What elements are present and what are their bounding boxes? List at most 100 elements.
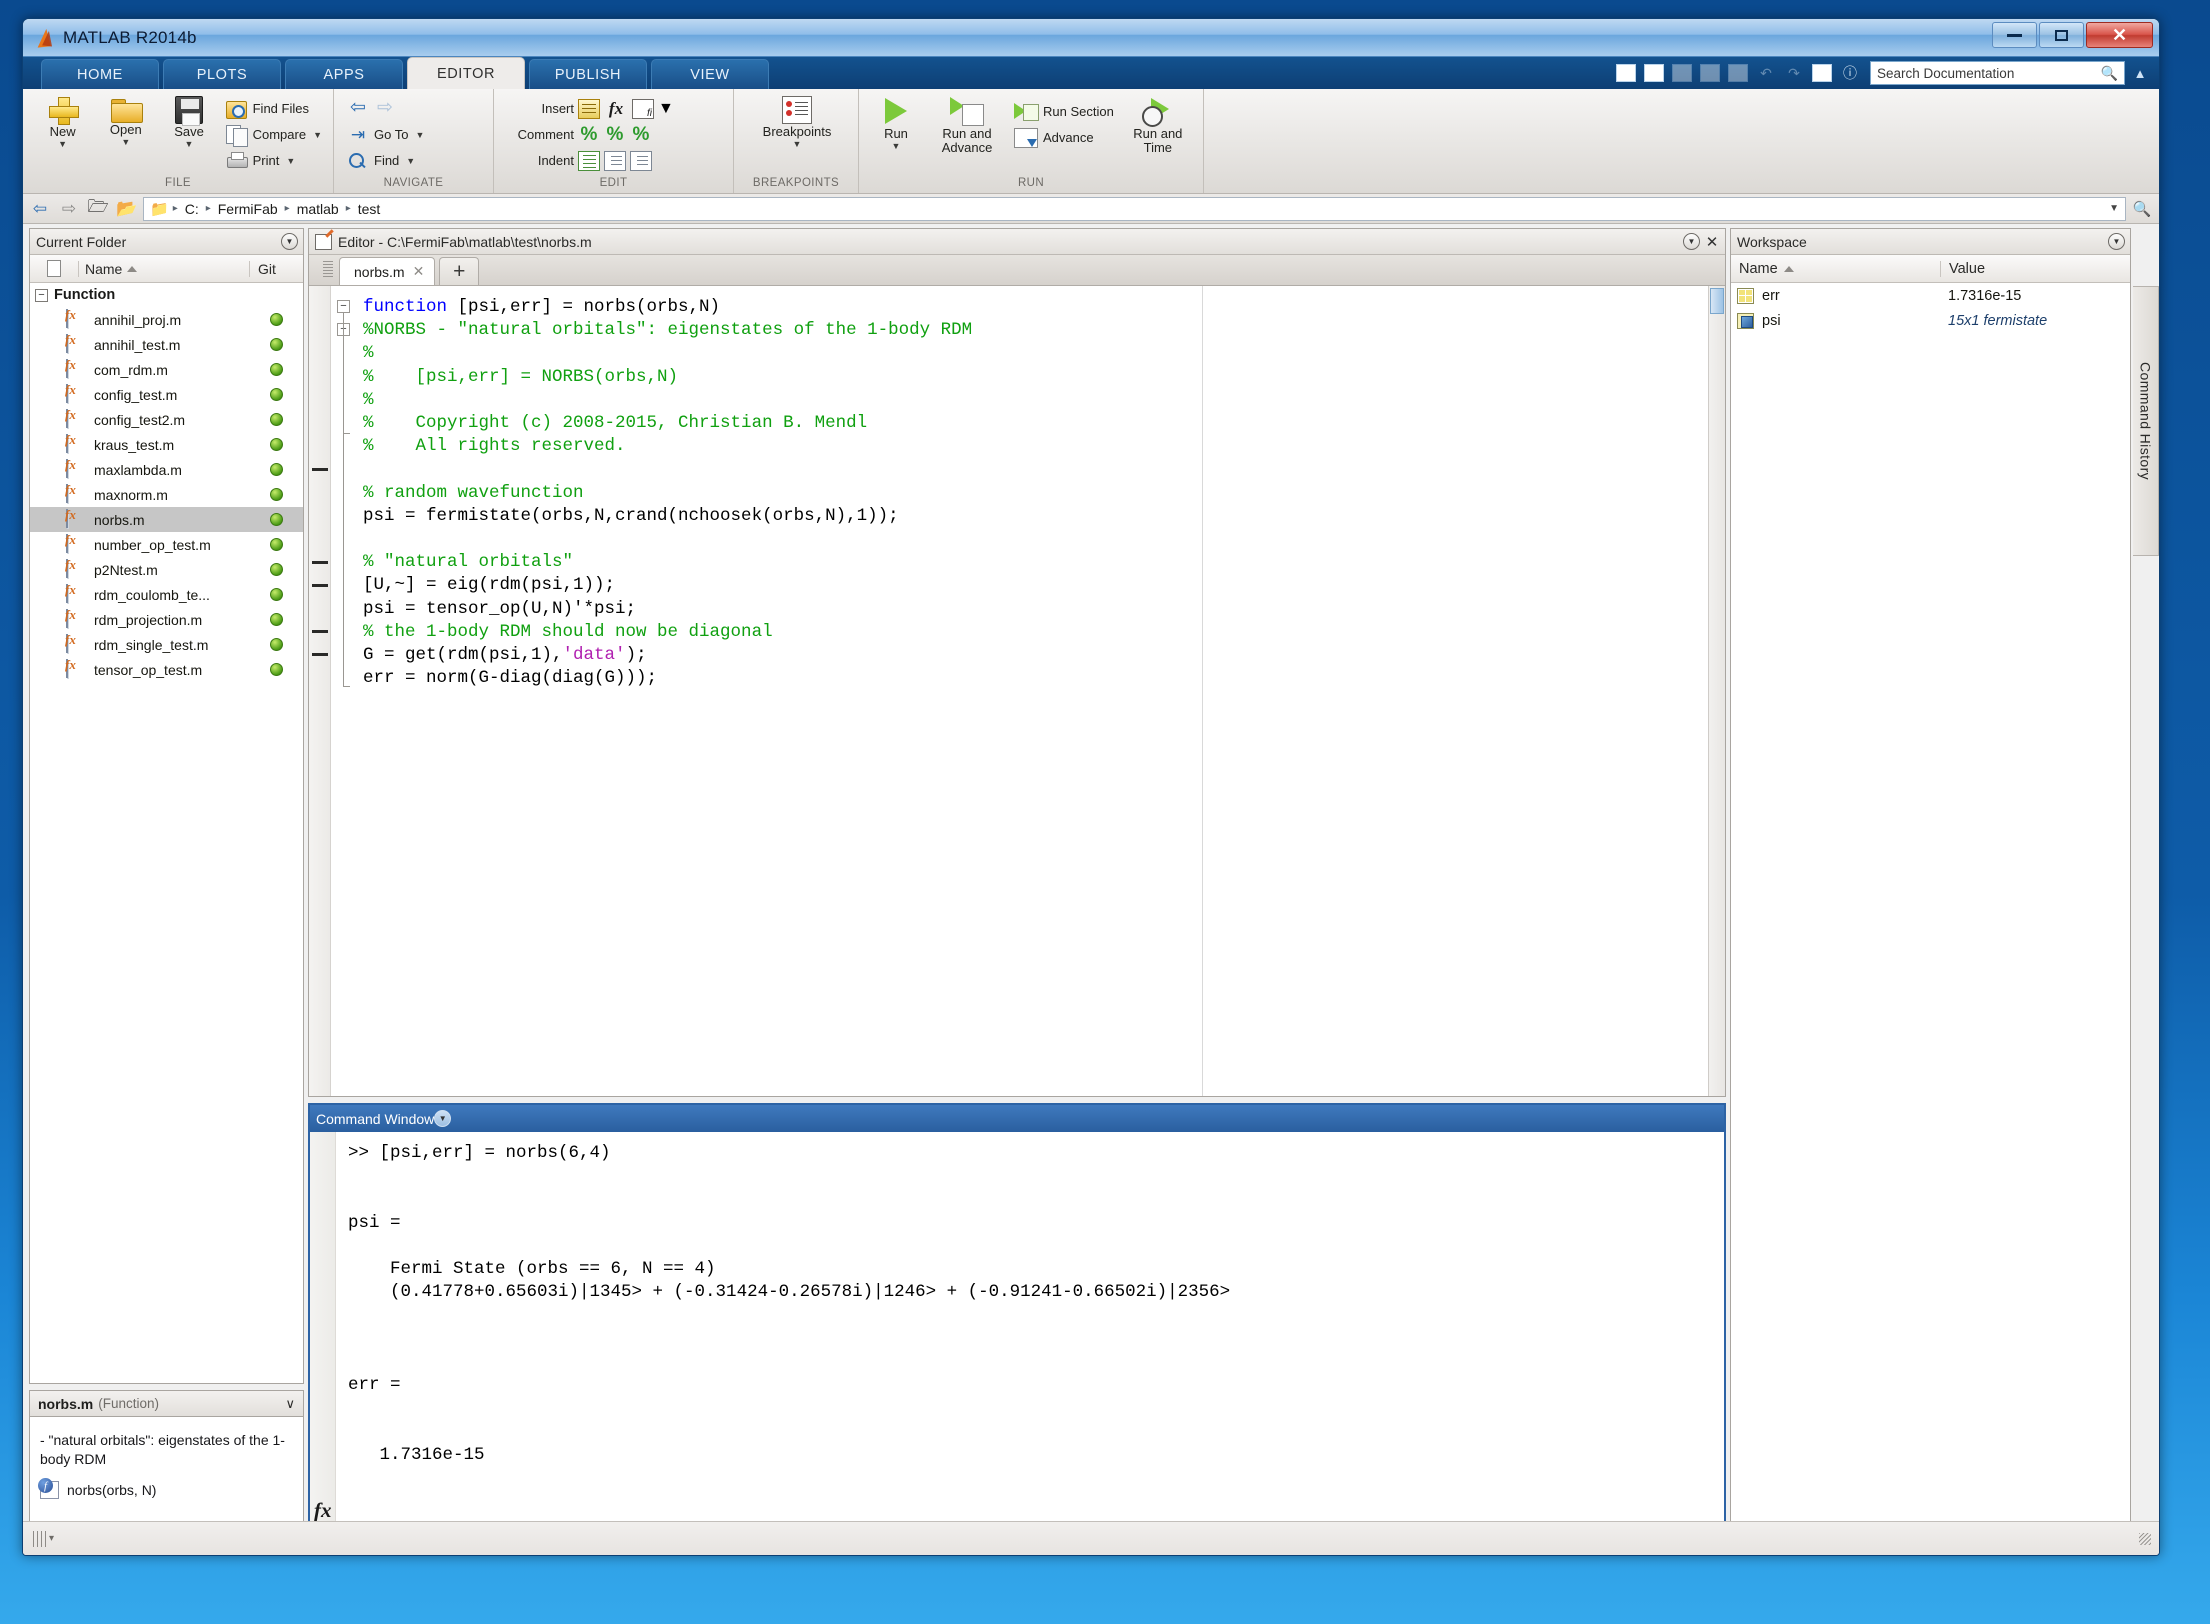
code-editor-area[interactable]: function [psi,err] = norbs(orbs,N) %NORB… xyxy=(357,286,1708,1096)
minimize-button[interactable] xyxy=(1992,22,2037,48)
tab-home[interactable]: HOME xyxy=(41,59,159,89)
chevron-down-icon[interactable]: ▼ xyxy=(286,156,295,166)
panel-menu-icon[interactable]: ▼ xyxy=(281,233,298,250)
file-list-item[interactable]: p2Ntest.m xyxy=(30,557,303,582)
increase-indent-icon[interactable] xyxy=(604,150,626,171)
insert-function-icon[interactable]: fx xyxy=(604,99,628,119)
up-folder-icon[interactable]: 🗁 xyxy=(85,197,111,221)
breadcrumb-dropdown-icon[interactable]: ▼ xyxy=(2109,203,2119,214)
column-header-git[interactable]: Git xyxy=(249,260,303,277)
tab-plots[interactable]: PLOTS xyxy=(163,59,281,89)
breadcrumb-item-matlab[interactable]: matlab xyxy=(294,201,342,217)
forward-arrow-icon[interactable]: ⇨ xyxy=(56,197,82,221)
chevron-down-icon[interactable]: ▼ xyxy=(313,130,322,140)
new-script-icon[interactable] xyxy=(1614,62,1638,84)
workspace-row-err[interactable]: err 1.7316e-15 xyxy=(1731,283,2130,308)
help-icon[interactable]: ⓘ xyxy=(1838,62,1862,84)
close-icon[interactable]: ✕ xyxy=(413,263,425,280)
chevron-down-icon[interactable]: ▼ xyxy=(185,140,194,149)
command-history-tab[interactable]: Command History xyxy=(2133,286,2159,556)
chevron-down-icon[interactable]: ∨ xyxy=(285,1396,295,1412)
source-code[interactable]: function [psi,err] = norbs(orbs,N) %NORB… xyxy=(357,286,1708,690)
insert-figure-icon[interactable] xyxy=(632,98,654,119)
current-folder-file-list[interactable]: − Function annihil_proj.m annihil_test.mc… xyxy=(30,283,303,1383)
run-section-button[interactable]: Run Section xyxy=(1011,99,1117,124)
tab-apps[interactable]: APPS xyxy=(285,59,403,89)
collapse-ribbon-icon[interactable]: ▲ xyxy=(2129,66,2151,81)
back-arrow-icon[interactable]: ⇦ xyxy=(347,98,369,119)
file-list-item[interactable]: maxnorm.m xyxy=(30,482,303,507)
collapse-group-icon[interactable]: − xyxy=(35,288,48,302)
cut-icon[interactable] xyxy=(1670,62,1694,84)
layout-icon[interactable] xyxy=(1810,62,1834,84)
open-button[interactable]: Open ▼ xyxy=(96,94,155,147)
search-documentation-input[interactable]: Search Documentation 🔍 xyxy=(1870,61,2125,85)
tab-bar-gripper[interactable] xyxy=(323,261,333,279)
insert-block-icon[interactable] xyxy=(578,98,600,119)
address-search-icon[interactable]: 🔍 xyxy=(2129,197,2155,221)
chevron-down-icon[interactable]: ▼ xyxy=(892,142,901,151)
compare-button[interactable]: Compare ▼ xyxy=(223,122,325,147)
file-list-item[interactable]: maxlambda.m xyxy=(30,457,303,482)
breakpoints-button[interactable]: Breakpoints ▼ xyxy=(745,94,850,149)
back-arrow-icon[interactable]: ⇦ xyxy=(27,197,53,221)
maximize-button[interactable] xyxy=(2039,22,2084,48)
copy-icon[interactable] xyxy=(1698,62,1722,84)
browse-folder-icon[interactable]: 📂 xyxy=(114,197,140,221)
command-window-body[interactable]: fx >> [psi,err] = norbs(6,4) psi = Fermi… xyxy=(310,1132,1724,1553)
file-list-item[interactable]: com_rdm.m xyxy=(30,357,303,382)
panel-menu-icon[interactable]: ▼ xyxy=(434,1110,452,1127)
new-tab-button[interactable]: + xyxy=(439,257,480,285)
resize-grip-icon[interactable] xyxy=(2139,1532,2151,1545)
find-files-button[interactable]: Find Files xyxy=(223,96,325,121)
file-list-item[interactable]: annihil_proj.m xyxy=(30,307,303,332)
tab-editor[interactable]: EDITOR xyxy=(407,57,525,89)
function-signature-row[interactable]: norbs(orbs, N) xyxy=(38,1478,293,1499)
find-button[interactable]: Find ▼ xyxy=(344,148,427,173)
editor-bookmark-gutter[interactable] xyxy=(309,286,331,1096)
save-button[interactable]: Save ▼ xyxy=(159,94,218,149)
new-button[interactable]: New ▼ xyxy=(33,94,92,149)
comment-icon[interactable]: % xyxy=(578,125,600,145)
smart-indent-icon[interactable] xyxy=(578,150,600,171)
fold-toggle-function[interactable]: − xyxy=(337,300,350,313)
breadcrumb[interactable]: 📁 ▸ C: ▸ FermiFab ▸ matlab ▸ test ▼ xyxy=(143,196,2126,221)
file-list-item[interactable]: kraus_test.m xyxy=(30,432,303,457)
breadcrumb-item-test[interactable]: test xyxy=(355,201,384,217)
uncomment-icon[interactable]: % xyxy=(604,125,626,145)
chevron-down-icon[interactable]: ▼ xyxy=(415,130,424,140)
go-to-button[interactable]: ⇥ Go To ▼ xyxy=(344,122,427,147)
chevron-down-icon[interactable]: ▼ xyxy=(58,140,67,149)
editor-tab-norbs[interactable]: norbs.m ✕ xyxy=(339,257,436,285)
file-list-item[interactable]: rdm_coulomb_te... xyxy=(30,582,303,607)
tab-view[interactable]: VIEW xyxy=(651,59,769,89)
status-grip-icon[interactable] xyxy=(33,1530,47,1547)
column-header-name[interactable]: Name xyxy=(78,260,249,277)
column-header-value[interactable]: Value xyxy=(1940,260,2130,277)
wrap-comment-icon[interactable]: % xyxy=(630,125,652,145)
paste-icon[interactable] xyxy=(1726,62,1750,84)
file-list-item[interactable]: rdm_single_test.m xyxy=(30,632,303,657)
file-list-item[interactable]: tensor_op_test.m xyxy=(30,657,303,682)
function-details-header[interactable]: norbs.m (Function) ∨ xyxy=(29,1390,304,1417)
undo-icon[interactable]: ↶ xyxy=(1754,62,1778,84)
forward-arrow-icon[interactable]: ⇨ xyxy=(374,98,396,119)
command-window-output[interactable]: >> [psi,err] = norbs(6,4) psi = Fermi St… xyxy=(336,1132,1724,1553)
file-list-item[interactable]: number_op_test.m xyxy=(30,532,303,557)
close-icon[interactable]: ✕ xyxy=(1704,233,1720,251)
panel-menu-icon[interactable]: ▼ xyxy=(1683,233,1700,250)
chevron-down-icon[interactable]: ▼ xyxy=(793,140,802,149)
back-forward-buttons[interactable]: ⇦ ⇨ xyxy=(344,96,427,121)
workspace-rows[interactable]: err 1.7316e-15 psi 15x1 fermistate xyxy=(1731,283,2130,1534)
chevron-down-icon[interactable]: ▼ xyxy=(406,156,415,166)
column-header-name[interactable]: Name xyxy=(1731,261,1940,277)
file-list-item[interactable]: rdm_projection.m xyxy=(30,607,303,632)
panel-menu-icon[interactable]: ▼ xyxy=(2108,233,2125,250)
file-list-item[interactable]: norbs.m xyxy=(30,507,303,532)
close-button[interactable]: ✕ xyxy=(2086,22,2153,48)
editor-fold-gutter[interactable]: − − xyxy=(331,286,357,1096)
breadcrumb-item-drive[interactable]: C: xyxy=(182,201,202,217)
file-list-item[interactable]: annihil_test.m xyxy=(30,332,303,357)
tab-publish[interactable]: PUBLISH xyxy=(529,59,647,89)
advance-button[interactable]: Advance xyxy=(1011,125,1117,150)
